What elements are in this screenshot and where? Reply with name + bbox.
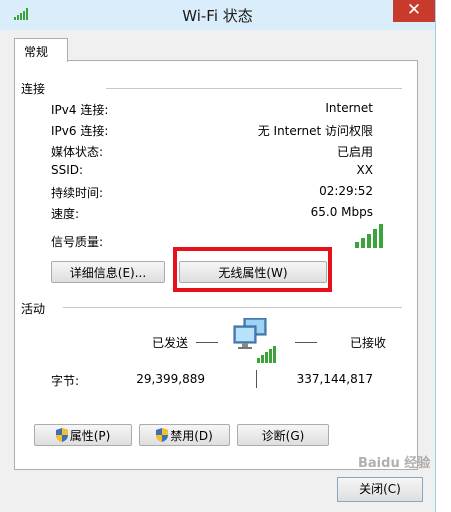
window-title: Wi-Fi 状态 [182, 7, 253, 25]
title-bar[interactable]: Wi-Fi 状态 ✕ [0, 0, 435, 30]
uac-shield-icon [156, 428, 169, 442]
tab-general[interactable]: 常规 [14, 38, 68, 62]
media-state-value: 已启用 [336, 145, 373, 159]
ssid-label: SSID: [51, 163, 84, 177]
ipv6-value: 无 Internet 访问权限 [257, 124, 373, 138]
activity-group-heading: 活动 [21, 302, 46, 316]
baidu-watermark: Baidu 经验 [358, 456, 431, 471]
speed-label: 速度: [51, 207, 80, 221]
duration-label: 持续时间: [51, 186, 104, 200]
highlight-box [173, 247, 332, 292]
bytes-label: 字节: [51, 374, 80, 388]
bytes-received-value: 337,144,817 [296, 372, 373, 386]
received-label: 已接收 [350, 336, 387, 350]
connection-group-heading: 连接 [21, 82, 46, 96]
details-button[interactable]: 详细信息(E)... [51, 261, 165, 283]
close-button[interactable]: 关闭(C) [337, 477, 423, 502]
ipv6-label: IPv6 连接: [51, 124, 109, 138]
received-line [295, 342, 317, 343]
speed-value: 65.0 Mbps [310, 205, 373, 219]
close-window-button[interactable]: ✕ [393, 0, 435, 22]
properties-label: 属性(P) [69, 429, 111, 443]
activity-divider [63, 307, 402, 308]
bytes-sent-value: 29,399,889 [136, 372, 205, 386]
wifi-status-window: Wi-Fi 状态 ✕ 常规 连接 IPv4 连接: Internet IPv6 … [0, 0, 436, 512]
tab-label: 常规 [24, 45, 49, 59]
media-state-label: 媒体状态: [51, 145, 104, 159]
duration-value: 02:29:52 [319, 184, 373, 198]
ipv4-label: IPv4 连接: [51, 103, 109, 117]
ipv4-value: Internet [325, 101, 373, 115]
bytes-divider [256, 370, 257, 388]
signal-quality-label: 信号质量: [51, 235, 104, 249]
properties-button[interactable]: 属性(P) [34, 424, 132, 446]
disable-button[interactable]: 禁用(D) [139, 424, 230, 446]
disable-label: 禁用(D) [170, 429, 213, 443]
sent-label: 已发送 [152, 336, 189, 350]
ssid-value: XX [356, 163, 373, 177]
uac-shield-icon [55, 428, 68, 442]
sent-line [196, 342, 218, 343]
connection-divider [106, 88, 402, 89]
signal-strength-icon [355, 224, 383, 248]
network-computers-icon [233, 318, 276, 363]
diagnose-button[interactable]: 诊断(G) [237, 424, 329, 446]
